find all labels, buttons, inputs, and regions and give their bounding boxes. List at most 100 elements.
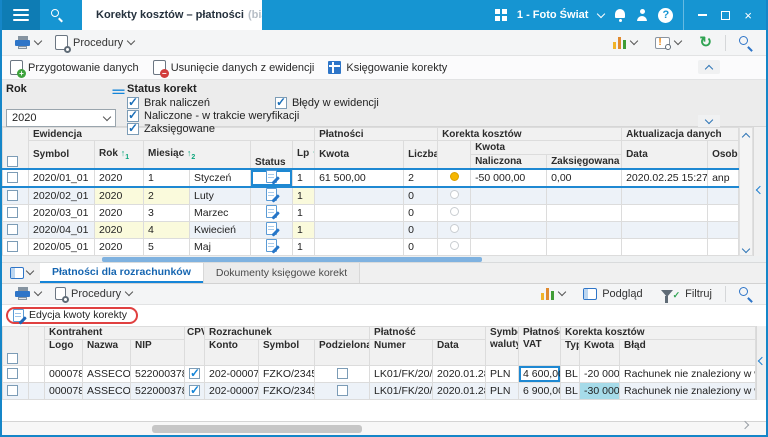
podzielona-cell[interactable] [313,364,371,383]
detail-horizontal-scrollbar[interactable] [2,420,766,435]
print-button[interactable] [10,285,46,302]
col-konto[interactable]: Konto [204,338,259,366]
podzielona-checkbox[interactable] [336,385,348,397]
search-edit-button[interactable] [734,34,758,52]
status-cell[interactable] [250,186,293,205]
table-row[interactable]: 000078 ASSECO PC 5220003782 202-000078 F… [2,381,757,400]
row-checkbox[interactable] [7,172,18,184]
col-rok[interactable]: Rok ↑1 [94,140,144,169]
edycja-kwoty-korekty-button[interactable]: Edycja kwoty korekty [6,306,139,324]
col-zaksiegowana[interactable]: Zaksięgowana [546,154,623,169]
col-kwota[interactable]: Kwota [314,140,405,169]
col-nazwa[interactable]: Nazwa [82,338,131,366]
col-platnosc-vat[interactable]: PłatnośćVAT [518,325,562,366]
detail-panel-button[interactable] [2,263,40,283]
col-podzielona-platnosc[interactable]: Podzielona płatność [313,338,371,366]
tab-platnosci-dla-rozrachunkow[interactable]: Płatności dla rozrachunków [40,262,203,283]
row-checkbox[interactable] [7,385,18,397]
podglad-button[interactable]: Podgląd [578,286,647,302]
table-row[interactable]: 2020/02_01 2020 2 Luty 1 0 [2,186,740,205]
scroll-right-icon[interactable] [740,420,750,430]
refresh-button[interactable]: ↻ [694,34,717,51]
table-row[interactable]: 2020/04_01 2020 4 Kwiecień 1 0 [2,220,740,239]
table-row[interactable]: 2020/03_01 2020 3 Marzec 1 0 [2,203,740,222]
chart-view-button[interactable] [536,285,571,302]
col-symbol[interactable]: Symbol [28,140,95,169]
cpv-cell[interactable] [184,381,205,400]
col-kwota[interactable]: Kwota [579,338,621,366]
status-cell[interactable] [250,167,293,188]
checkbox-naliczone[interactable]: Naliczone - w trakcie weryfikacji [127,108,299,122]
chart-view-button[interactable] [608,34,643,51]
correction-status-cell[interactable] [437,167,472,188]
correction-status-cell[interactable] [437,237,472,256]
rok-select[interactable]: 2020 [6,109,116,127]
main-vertical-scrollbar[interactable] [739,127,753,256]
row-checkbox[interactable] [7,190,18,202]
col-symbol-waluty[interactable]: Symbolwaluty [485,325,520,366]
tab-dokumenty-ksiegowe-korekt[interactable]: Dokumenty księgowe korekt [202,262,361,283]
col-symbol[interactable]: Symbol [258,338,315,366]
przygotowanie-danych-button[interactable]: + Przygotowanie danych [10,60,139,78]
status-cell[interactable] [250,237,293,256]
select-all-checkbox[interactable] [7,353,18,364]
col-logo[interactable]: Logo [44,338,83,366]
table-row[interactable]: 2020/01_01 2020 1 Styczeń 1 61 500,00 2 … [2,167,740,188]
col-data[interactable]: Data [432,338,487,366]
col-data[interactable]: Data [621,140,709,169]
row-checkbox[interactable] [7,241,18,253]
col-nip[interactable]: NIP [130,338,185,366]
cpv-checkbox[interactable] [189,366,200,380]
scrollbar-thumb[interactable] [152,425,362,433]
maximize-button[interactable] [721,10,731,20]
cpv-cell[interactable] [184,364,205,383]
checkbox-bledy[interactable]: Błędy w ewidencji [275,95,379,110]
correction-status-cell[interactable] [437,220,472,239]
vat-cell[interactable]: 6 900,00 [518,381,562,400]
row-checkbox[interactable] [7,368,18,380]
row-checkbox[interactable] [7,207,18,219]
select-all-checkbox[interactable] [7,156,18,168]
expand-filter-button[interactable] [698,115,720,127]
cpv-checkbox[interactable] [189,383,200,397]
procedury-button[interactable]: Procedury [50,33,139,53]
podzielona-cell[interactable] [313,381,371,400]
col-miesiac[interactable]: Miesiąc ↑2 [143,140,251,169]
row-checkbox[interactable] [7,224,18,236]
minimize-button[interactable] [698,14,708,16]
side-panel-toggle[interactable] [756,325,766,400]
scrollbar-thumb[interactable] [102,256,482,262]
notifications-bell-icon[interactable] [614,9,626,22]
menu-button[interactable] [2,0,40,30]
company-selector[interactable]: 1 - Foto Świat [517,9,589,21]
col-lp[interactable]: Lp ↑5 [291,140,316,169]
col-blad[interactable]: Błąd [619,338,757,366]
status-cell[interactable] [250,203,293,222]
scroll-down-icon[interactable] [741,244,751,253]
scroll-up-icon[interactable] [741,132,751,142]
col-naliczona[interactable]: Naliczona [470,154,548,169]
company-chevron-down-icon[interactable] [597,9,606,18]
col-osoba[interactable]: Osoba [707,140,740,169]
checkbox-brak-naliczen[interactable]: Brak naliczeń [127,95,299,109]
document-tab[interactable]: Korekty kosztów – płatności (biała [82,0,262,30]
col-typ[interactable]: Typ [560,338,581,366]
correction-status-cell[interactable] [437,203,472,222]
col-liczba[interactable]: Liczba [403,140,439,169]
user-icon[interactable] [636,9,648,21]
procedury-button[interactable]: Procedury [50,285,137,303]
help-icon[interactable]: ? [658,7,674,23]
panel-splitter-handle[interactable]: == [112,85,125,99]
col-status[interactable]: Status [250,140,293,169]
checkbox-zaksiegowane[interactable]: Zaksięgowane [127,121,299,135]
usuniecie-danych-button[interactable]: − Usunięcie danych z ewidencji [152,60,314,78]
apps-grid-icon[interactable] [494,9,507,21]
search-edit-button[interactable] [734,285,758,303]
global-search-button[interactable] [40,0,74,30]
correction-status-cell[interactable] [437,186,472,205]
grid-settings-button[interactable]: ! [650,35,686,51]
close-button[interactable]: × [744,9,752,22]
col-numer[interactable]: Numer [369,338,434,366]
table-row[interactable]: 000078 ASSECO PC 5220003782 202-000078 F… [2,364,757,383]
print-button[interactable] [10,34,46,51]
